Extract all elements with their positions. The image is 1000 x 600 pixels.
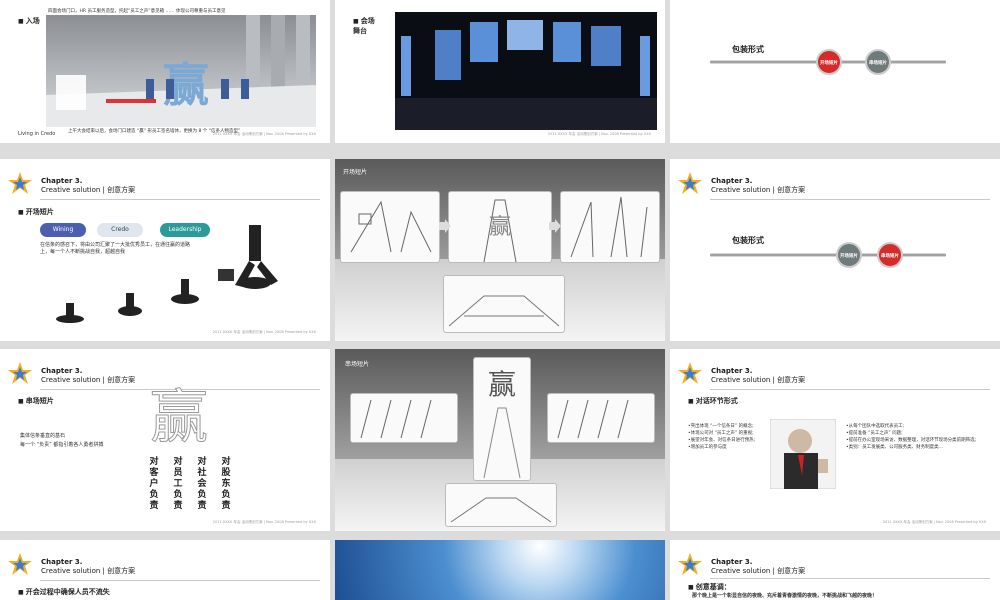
slide-footer: 2011 XXXX 年会 活动策划方案 | Nov. 2008 Presente… bbox=[212, 330, 316, 334]
slide-footer: 2011 XXXX 年会 活动策划方案 | Nov. 2008 Presente… bbox=[547, 132, 651, 136]
chapter-heading: Chapter 3. Creative solution | 创意方案 bbox=[41, 367, 136, 384]
slide-description: 那个晚上是一个彰显自信的夜晚、充斥着青春激情的夜晚，不断挑战和飞越的夜晚！ bbox=[692, 593, 878, 599]
section-label: 开场短片 bbox=[18, 207, 54, 217]
slide-sorter-grid: 四面会场门口，HR 员工服务造型，托起“员工之声”意见箱 …… 体现公司尊重与员… bbox=[0, 0, 1000, 600]
slide-footer: 2011 XXXX 年会 活动策划方案 | Nov. 2008 Presente… bbox=[882, 520, 986, 524]
chapter-heading: Chapter 3. Creative solution | 创意方案 bbox=[41, 558, 136, 575]
section-label: 入场 bbox=[18, 16, 40, 26]
section-label: 会场 bbox=[353, 16, 375, 26]
chapter-heading: Chapter 3. Creative solution | 创意方案 bbox=[41, 177, 136, 194]
slide-footer: 2011 XXXX 年会 活动策划方案 | Nov. 2008 Presente… bbox=[212, 520, 316, 524]
chapter-heading: Chapter 3. Creative solution | 创意方案 bbox=[711, 367, 806, 384]
chapter-heading: Chapter 3. Creative solution | 创意方案 bbox=[711, 177, 806, 194]
opening-film-button[interactable]: 开场短片 bbox=[816, 49, 842, 75]
slide-label: 串场短片 bbox=[345, 361, 370, 368]
storyboard-frame-3 bbox=[560, 191, 660, 263]
chapter-heading: Chapter 3. Creative solution | 创意方案 bbox=[711, 558, 806, 575]
package-title: 包装形式 bbox=[732, 45, 764, 54]
column-customer: 对客户负责 bbox=[149, 457, 159, 511]
opening-film-button[interactable]: 开场短片 bbox=[836, 242, 862, 268]
slide-1[interactable]: 四面会场门口，HR 员工服务造型，托起“员工之声”意见箱 …… 体现公司尊重与员… bbox=[0, 0, 330, 143]
divider bbox=[710, 389, 990, 390]
entrance-photo: 赢 bbox=[46, 15, 316, 127]
column-society: 对社会负责 bbox=[197, 457, 207, 511]
star-logo-icon bbox=[8, 553, 32, 575]
list-item: •增加员工的参与度 bbox=[688, 445, 727, 450]
slide-footer: 2011 XXXX 年会 活动策划方案 | Nov. 2008 Presente… bbox=[212, 132, 316, 136]
slide-label: 开场短片 bbox=[343, 169, 368, 176]
storyboard-char: 赢 bbox=[488, 368, 516, 401]
package-title: 包装形式 bbox=[732, 236, 764, 245]
list-item: •突出体现 “一个信条日” 的概念; bbox=[688, 424, 754, 429]
star-logo-icon bbox=[8, 172, 32, 194]
slide-desc-2: 每一个 “负责” 都指引着各人勇者拼搏 bbox=[20, 442, 104, 448]
storyboard-frame-bottom bbox=[445, 483, 557, 527]
star-logo-icon bbox=[678, 172, 702, 194]
divider bbox=[710, 199, 990, 200]
column-shareholder: 对股东负责 bbox=[221, 457, 231, 511]
section-label: 创意基调： bbox=[688, 582, 731, 592]
storyboard-frame-center: 赢 bbox=[473, 357, 531, 481]
star-logo-icon bbox=[678, 553, 702, 575]
outlined-win-char: 赢 bbox=[149, 383, 209, 451]
slide-11[interactable] bbox=[335, 540, 665, 600]
list-item: •展望对年会、对信条日进行预热; bbox=[688, 438, 756, 443]
slide-5[interactable]: 开场短片 赢 bbox=[335, 159, 665, 341]
list-item: •类别：员工发展类、公司服务类、财务制度类… bbox=[846, 445, 944, 450]
section-label: 开会过程中确保人员不流失 bbox=[18, 587, 110, 597]
arrows-icon bbox=[439, 219, 561, 233]
running-businessmen-illustration bbox=[56, 225, 278, 323]
subsection-label: 舞台 bbox=[353, 27, 367, 35]
list-item: •体现公司对 “员工之声” 的重视; bbox=[688, 431, 754, 436]
star-logo-icon bbox=[678, 362, 702, 384]
list-item: •提前在办公室现场采访，数据整理，对话环节现场分类前期筛选; bbox=[846, 438, 977, 443]
storyboard-frame-right bbox=[547, 393, 655, 443]
speaker-photo bbox=[770, 419, 836, 489]
storyboard-frame-left bbox=[350, 393, 458, 443]
slide-header-text: 四面会场门口，HR 员工服务造型，托起“员工之声”意见箱 …… 体现公司尊重与员… bbox=[48, 9, 226, 14]
slide-10[interactable]: Chapter 3.Creative solution | 创意方案 开会过程中… bbox=[0, 540, 330, 600]
stage-photo bbox=[395, 12, 657, 130]
storyboard-frame-1 bbox=[340, 191, 440, 263]
slide-desc-1: 集体信条垂直的基石 bbox=[20, 433, 66, 439]
star-logo-icon bbox=[8, 362, 32, 384]
list-item: •从每个团队中选取代表员工; bbox=[846, 424, 905, 429]
divider bbox=[40, 580, 320, 581]
slide-9[interactable]: Chapter 3.Creative solution | 创意方案 对话环节形… bbox=[670, 349, 1000, 531]
timeline-bar bbox=[710, 253, 946, 257]
left-bullet-list: •突出体现 “一个信条日” 的概念; •体现公司对 “员工之声” 的重视; •展… bbox=[688, 423, 774, 451]
slide-2[interactable]: 会场 舞台 2011 XXXX 年会 活动策划方案 | Nov. 2008 Pr… bbox=[335, 0, 665, 143]
slide-8[interactable]: 串场短片 赢 bbox=[335, 349, 665, 531]
slide-7[interactable]: Chapter 3.Creative solution | 创意方案 串场短片 … bbox=[0, 349, 330, 531]
interlude-film-button[interactable]: 串场短片 bbox=[877, 242, 903, 268]
slide-4[interactable]: Chapter 3.Creative solution | 创意方案 开场短片 … bbox=[0, 159, 330, 341]
section-label: 对话环节形式 bbox=[688, 396, 738, 406]
interlude-film-button[interactable]: 串场短片 bbox=[865, 49, 891, 75]
slide-6[interactable]: Chapter 3. Creative solution | 创意方案 包装形式 … bbox=[670, 159, 1000, 341]
section-label: 串场短片 bbox=[18, 396, 54, 406]
column-employee: 对员工负责 bbox=[173, 457, 183, 511]
divider bbox=[40, 199, 320, 200]
slide-3[interactable]: 包装形式 开场短片 串场短片 bbox=[670, 0, 1000, 143]
divider bbox=[710, 578, 990, 579]
storyboard-frame-main bbox=[443, 275, 565, 333]
corner-text: Living in Credo bbox=[18, 131, 56, 137]
list-item: •提前准备 “员工之声” 问题; bbox=[846, 431, 903, 436]
slide-12[interactable]: Chapter 3.Creative solution | 创意方案 创意基调：… bbox=[670, 540, 1000, 600]
right-bullet-list: •从每个团队中选取代表员工; •提前准备 “员工之声” 问题; •提前在办公室现… bbox=[846, 423, 992, 451]
